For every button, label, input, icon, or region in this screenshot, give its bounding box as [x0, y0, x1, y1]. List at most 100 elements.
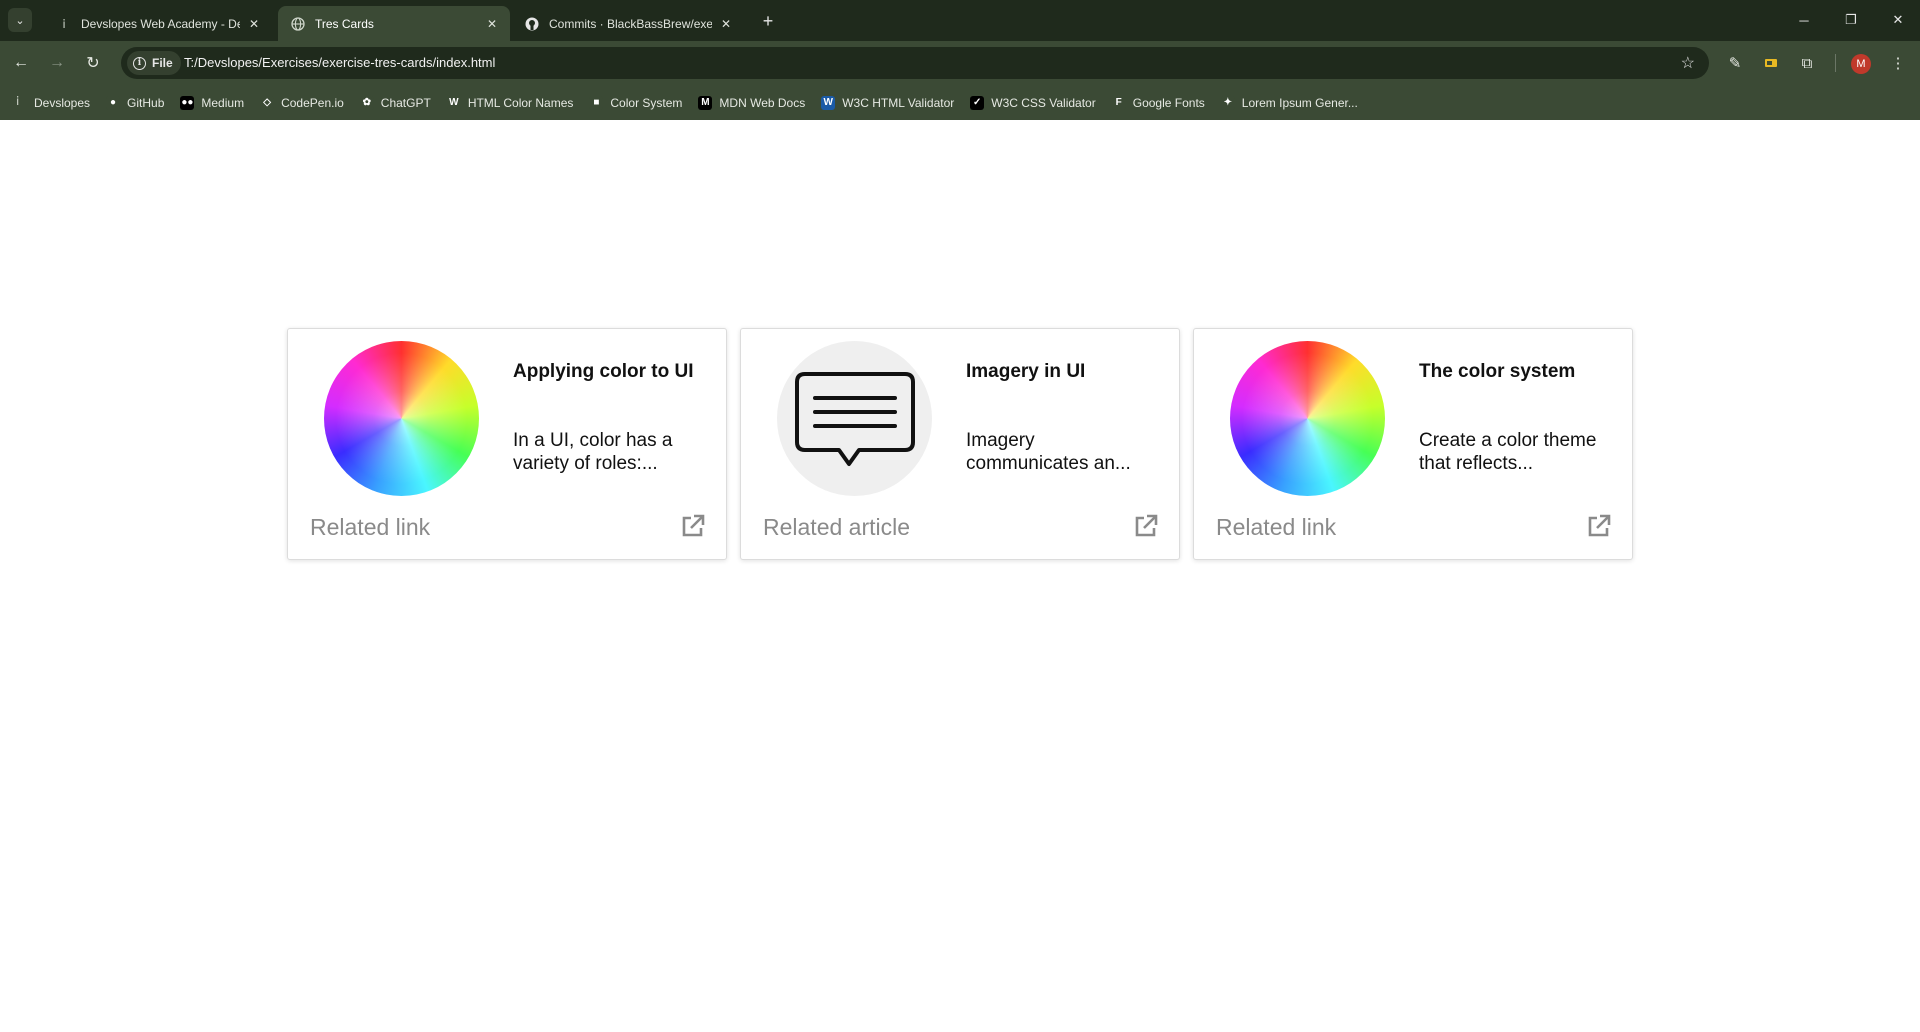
- github-icon: ●: [106, 95, 121, 110]
- chatgpt-icon: ✿: [359, 95, 374, 110]
- external-link-icon[interactable]: [1586, 513, 1612, 539]
- bookmark-w3c-css-validator[interactable]: ✓ W3C CSS Validator: [962, 91, 1103, 115]
- bookmark-label: Color System: [610, 95, 683, 110]
- close-window-button[interactable]: ✕: [1884, 8, 1912, 32]
- htmlcolor-icon: W: [446, 95, 461, 110]
- bookmark-google-fonts[interactable]: F Google Fonts: [1104, 91, 1213, 115]
- bookmark-label: Lorem Ipsum Gener...: [1241, 95, 1358, 110]
- avatar[interactable]: M: [1851, 54, 1871, 74]
- card-title: Applying color to UI: [513, 361, 694, 382]
- tab-tres-cards[interactable]: Tres Cards ✕: [278, 6, 510, 41]
- card-list: Applying color to UI In a UI, color has …: [287, 328, 1633, 560]
- close-icon[interactable]: ✕: [716, 14, 736, 34]
- site-chip-label: File: [152, 56, 173, 70]
- w3c-icon: W: [821, 95, 836, 110]
- external-link-icon[interactable]: [1133, 513, 1159, 539]
- devslopes-icon: ⅰ: [16, 94, 20, 108]
- star-icon[interactable]: ☆: [1681, 53, 1695, 73]
- card-description: Imagery communicates an...: [966, 430, 1131, 474]
- card-applying-color[interactable]: Applying color to UI In a UI, color has …: [287, 328, 727, 560]
- arrow-left-icon: ←: [13, 54, 29, 71]
- bookmark-medium[interactable]: ●● Medium: [172, 91, 252, 115]
- chat-bubble-image: [777, 341, 932, 496]
- bookmark-label: Medium: [201, 95, 245, 110]
- bookmark-label: HTML Color Names: [467, 95, 574, 110]
- reload-button[interactable]: ↻: [81, 51, 105, 75]
- arrow-right-icon: →: [49, 54, 65, 71]
- color-wheel-image: [1230, 341, 1385, 496]
- lorem-icon: ✦: [1220, 95, 1235, 110]
- github-icon: [524, 16, 540, 32]
- card-description: In a UI, color has a variety of roles:..…: [513, 430, 673, 474]
- bookmark-color-system[interactable]: ■ Color System: [581, 91, 690, 115]
- card-color-system[interactable]: The color system Create a color theme th…: [1193, 328, 1633, 560]
- bookmark-codepen-io[interactable]: ◇ CodePen.io: [252, 91, 352, 115]
- restore-icon: ❐: [1845, 12, 1857, 27]
- eyedropper-icon[interactable]: ✎: [1723, 51, 1747, 75]
- plus-icon: +: [762, 10, 774, 31]
- w3c-css-icon: ✓: [970, 95, 985, 110]
- bookmark-label: MDN Web Docs: [719, 95, 806, 110]
- medium-icon: ●●: [180, 95, 195, 110]
- address-bar[interactable]: i File T:/Devslopes/Exercises/exercise-t…: [121, 47, 1709, 79]
- card-link[interactable]: Related link: [310, 514, 430, 541]
- card-title: The color system: [1419, 361, 1576, 382]
- tab-devslopes[interactable]: ⅰ Devslopes Web Academy - Dev ✕: [44, 6, 272, 41]
- bookmarks-bar: ⅰ Devslopes ● GitHub ●● Medium ◇ CodePen.io ✿ Ch…: [0, 85, 1920, 120]
- site-info-chip[interactable]: i File: [127, 51, 181, 75]
- extension-icon[interactable]: [1759, 51, 1783, 75]
- colorsystem-icon: ■: [589, 95, 604, 110]
- card-imagery[interactable]: Imagery in UI Imagery communicates an...…: [740, 328, 1180, 560]
- bookmark-mdn-web-docs[interactable]: M MDN Web Docs: [690, 91, 813, 115]
- bookmark-label: W3C HTML Validator: [842, 95, 955, 110]
- chevron-down-icon: ⌄: [15, 14, 25, 27]
- url-text[interactable]: T:/Devslopes/Exercises/exercise-tres-car…: [184, 55, 495, 70]
- tab-strip: ⌄ ⅰ Devslopes Web Academy - Dev ✕ Tres C…: [0, 0, 1920, 41]
- more-icon[interactable]: ⋮: [1886, 51, 1910, 75]
- card-description: Create a color theme that reflects...: [1419, 430, 1597, 474]
- page-content: Applying color to UI In a UI, color has …: [0, 120, 1920, 1032]
- close-icon[interactable]: ✕: [482, 14, 502, 34]
- minimize-button[interactable]: ─: [1790, 8, 1818, 32]
- reload-icon: ↻: [86, 55, 100, 72]
- bookmark-lorem-ipsum-gener[interactable]: ✦ Lorem Ipsum Gener...: [1213, 91, 1366, 115]
- bookmark-w3c-html-validator[interactable]: W W3C HTML Validator: [813, 91, 962, 115]
- back-button[interactable]: ←: [9, 51, 33, 75]
- bookmark-label: Google Fonts: [1132, 95, 1205, 110]
- mdn-icon: M: [698, 95, 713, 110]
- bookmark-label: ChatGPT: [380, 95, 431, 110]
- card-link[interactable]: Related link: [1216, 514, 1336, 541]
- forward-button[interactable]: →: [45, 51, 69, 75]
- toolbar-divider: [1835, 54, 1836, 72]
- info-icon: i: [133, 56, 146, 70]
- close-icon[interactable]: ✕: [244, 14, 264, 34]
- bookmark-chatgpt[interactable]: ✿ ChatGPT: [352, 91, 439, 115]
- googlefonts-icon: F: [1111, 95, 1126, 110]
- bookmark-label: CodePen.io: [281, 95, 344, 110]
- puzzle-icon[interactable]: ⧉: [1795, 51, 1819, 75]
- tab-github-commits[interactable]: Commits · BlackBassBrew/exerc ✕: [512, 6, 744, 41]
- tab-title: Devslopes Web Academy - Dev: [81, 16, 240, 31]
- bookmark-label: Devslopes: [34, 95, 91, 110]
- external-link-icon[interactable]: [680, 513, 706, 539]
- bookmark-devslopes[interactable]: Devslopes: [24, 91, 98, 115]
- tab-title: Commits · BlackBassBrew/exerc: [549, 16, 712, 31]
- new-tab-button[interactable]: +: [756, 9, 780, 33]
- card-title: Imagery in UI: [966, 361, 1086, 382]
- browser-toolbar: ← → ↻ i File T:/Devslopes/Exercises/exer…: [0, 41, 1920, 85]
- card-link[interactable]: Related article: [763, 514, 910, 541]
- tab-title: Tres Cards: [315, 16, 374, 31]
- globe-icon: [290, 16, 306, 32]
- bookmark-html-color-names[interactable]: W HTML Color Names: [439, 91, 582, 115]
- devslopes-icon: ⅰ: [62, 16, 66, 31]
- restore-button[interactable]: ❐: [1837, 8, 1865, 32]
- tab-search-button[interactable]: ⌄: [8, 8, 32, 32]
- bookmark-label: GitHub: [127, 95, 165, 110]
- message-icon: [794, 371, 915, 466]
- close-icon: ✕: [1892, 12, 1904, 27]
- color-wheel-image: [324, 341, 479, 496]
- codepen-icon: ◇: [260, 95, 275, 110]
- bookmark-label: W3C CSS Validator: [991, 95, 1096, 110]
- bookmark-github[interactable]: ● GitHub: [98, 91, 172, 115]
- minimize-icon: ─: [1799, 12, 1809, 28]
